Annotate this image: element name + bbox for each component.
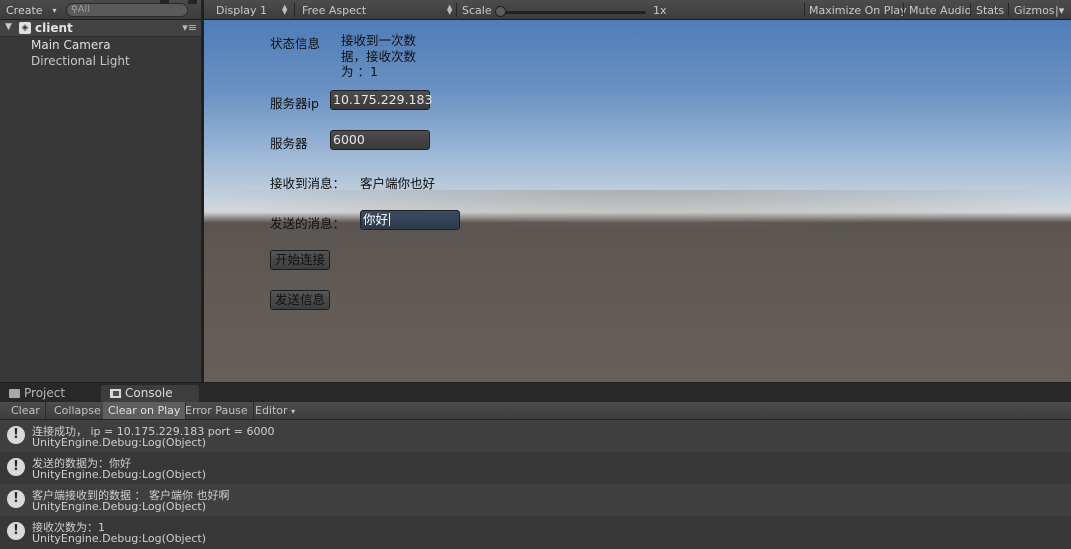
clear-on-play-toggle[interactable]: Clear on Play	[103, 402, 187, 419]
console-toolbar: Clear Collapse Clear on Play Error Pause…	[0, 402, 1071, 420]
display-dropdown[interactable]: Display 1	[216, 4, 267, 17]
send-message-input[interactable]: 你好	[360, 210, 460, 230]
tab-stub	[188, 0, 197, 4]
search-icon: ⚲	[71, 5, 78, 15]
search-placeholder: All	[77, 4, 90, 15]
tab-stub	[160, 0, 169, 4]
scale-value: 1x	[653, 4, 667, 17]
text-cursor	[389, 213, 391, 226]
info-icon: !	[7, 490, 25, 508]
log-entry[interactable]: ! 客户端接收到的数据 ： 客户端你 也好啊 UnityEngine.Debug…	[0, 484, 1071, 516]
divider	[1008, 3, 1009, 17]
scene-menu-icon[interactable]: ▾≡	[182, 21, 197, 34]
hierarchy-panel: Create ▾ ⚲All ▼ ◈ client ▾≡ Main Camera …	[0, 0, 202, 382]
gizmos-toggle[interactable]: Gizmos	[1014, 4, 1055, 17]
dropdown-caret-icon: ▾	[52, 6, 57, 15]
status-label: 状态信息	[270, 36, 321, 51]
server-port-input[interactable]: 6000	[330, 130, 430, 150]
info-icon: !	[7, 522, 25, 540]
divider	[970, 3, 971, 17]
server-port-label: 服务器	[270, 136, 308, 151]
scene-name: client	[35, 21, 73, 35]
game-viewport: 状态信息 接收到一次数据，接收次数为 ：1 服务器ip 10.175.229.1…	[204, 20, 1071, 382]
console-icon	[110, 389, 121, 398]
scale-label: Scale	[462, 4, 492, 17]
expand-arrow-icon[interactable]: ▼	[5, 22, 12, 32]
log-entry[interactable]: ! 连接成功， ip = 10.175.229.183 port = 6000 …	[0, 420, 1071, 452]
aspect-dropdown[interactable]: Free Aspect	[302, 4, 366, 17]
create-button[interactable]: Create ▾	[6, 3, 57, 18]
tab-console[interactable]: Console	[101, 385, 199, 402]
dropdown-caret-icon: ▾	[291, 407, 296, 416]
clear-button[interactable]: Clear	[6, 402, 46, 419]
divider	[294, 3, 295, 17]
mute-audio-toggle[interactable]: Mute Audio	[909, 4, 971, 17]
received-value: 客户端你也好	[360, 176, 436, 191]
log-source: UnityEngine.Debug:Log(Object)	[32, 468, 207, 481]
stats-toggle[interactable]: Stats	[976, 4, 1004, 17]
game-toolbar: Display 1 ▲ ▼ Free Aspect ▲ ▼ Scale 1x Max…	[204, 0, 1071, 20]
divider	[804, 3, 805, 17]
log-entry[interactable]: ! 发送的数据为：你好 UnityEngine.Debug:Log(Object…	[0, 452, 1071, 484]
create-label: Create	[6, 4, 43, 17]
server-ip-input[interactable]: 10.175.229.183	[330, 90, 432, 110]
server-ip-label: 服务器ip	[270, 96, 319, 111]
divider	[456, 3, 457, 17]
send-message-text: 你好	[363, 212, 389, 227]
updown-arrows-icon: ▲ ▼	[282, 3, 288, 16]
bottom-tab-bar: Project Console	[0, 383, 1071, 402]
tab-project[interactable]: Project	[0, 385, 98, 402]
received-label: 接收到消息：	[270, 176, 346, 191]
updown-arrows-icon: ▲ ▼	[447, 3, 453, 16]
divider	[903, 3, 904, 17]
console-panel: Project Console Clear Collapse Clear on …	[0, 383, 1071, 549]
error-pause-toggle[interactable]: Error Pause	[180, 402, 254, 419]
log-source: UnityEngine.Debug:Log(Object)	[32, 436, 207, 449]
scale-slider-thumb[interactable]	[495, 6, 506, 17]
scene-row[interactable]: ▼ ◈ client ▾≡	[0, 20, 201, 37]
unity-scene-icon: ◈	[19, 22, 31, 34]
log-source: UnityEngine.Debug:Log(Object)	[32, 532, 207, 545]
hierarchy-item-main-camera[interactable]: Main Camera	[31, 38, 111, 52]
status-value: 接收到一次数据，接收次数为 ：1	[341, 33, 417, 79]
maximize-on-play-toggle[interactable]: Maximize On Play	[809, 4, 907, 17]
log-source: UnityEngine.Debug:Log(Object)	[32, 500, 207, 513]
folder-icon	[9, 389, 20, 398]
tab-project-label: Project	[24, 386, 66, 400]
connect-button[interactable]: 开始连接	[270, 250, 330, 270]
game-view: Display 1 ▲ ▼ Free Aspect ▲ ▼ Scale 1x Max…	[204, 0, 1071, 382]
editor-dropdown-label: Editor	[255, 404, 288, 417]
info-icon: !	[7, 458, 25, 476]
hierarchy-search-input[interactable]: ⚲All	[66, 3, 188, 17]
hierarchy-item-directional-light[interactable]: Directional Light	[31, 54, 130, 68]
scale-slider-track[interactable]	[499, 11, 646, 14]
gizmos-dropdown-icon[interactable]: |▾	[1055, 4, 1064, 17]
log-entry[interactable]: ! 接收次数为：1 UnityEngine.Debug:Log(Object)	[0, 516, 1071, 548]
editor-dropdown[interactable]: Editor ▾	[250, 402, 297, 419]
tab-console-label: Console	[125, 386, 173, 400]
hierarchy-toolbar: Create ▾ ⚲All	[0, 0, 201, 20]
info-icon: !	[7, 426, 25, 444]
collapse-toggle[interactable]: Collapse	[49, 402, 107, 419]
send-message-label: 发送的消息：	[270, 216, 346, 231]
send-button[interactable]: 发送信息	[270, 290, 330, 310]
